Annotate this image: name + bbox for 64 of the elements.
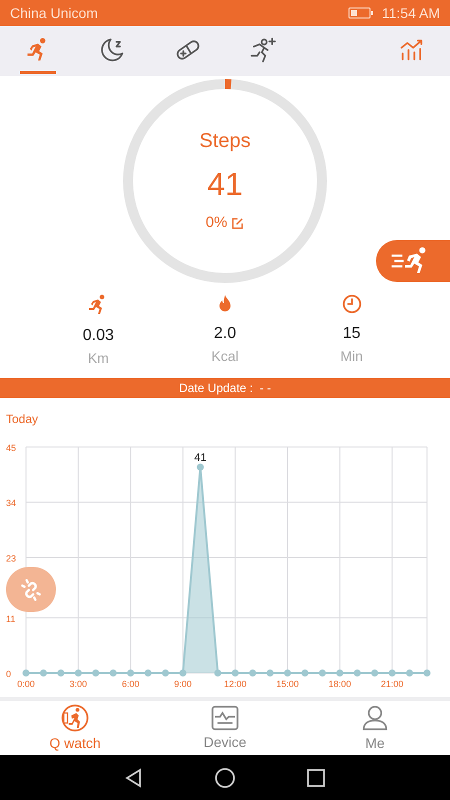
stat-unit: Km xyxy=(88,349,109,368)
data-point xyxy=(179,670,186,676)
stat-value: 2.0 xyxy=(214,324,236,344)
data-point xyxy=(354,670,361,676)
start-run-button[interactable] xyxy=(376,240,450,282)
data-point xyxy=(92,670,100,676)
data-point xyxy=(406,670,414,676)
data-point xyxy=(266,670,274,676)
step-count: 41 xyxy=(207,165,243,204)
data-point xyxy=(40,670,47,676)
back-icon[interactable] xyxy=(124,768,144,788)
data-point xyxy=(318,670,326,676)
recents-icon[interactable] xyxy=(306,768,326,788)
data-point xyxy=(110,670,117,676)
data-point xyxy=(196,464,204,471)
data-point xyxy=(162,670,169,676)
data-point xyxy=(232,670,239,676)
data-point xyxy=(249,670,256,676)
x-axis-label: 21:00 xyxy=(380,679,404,689)
y-axis-label: 0 xyxy=(6,669,12,679)
data-point xyxy=(57,670,64,676)
x-axis-label: 12:00 xyxy=(224,679,246,689)
data-point xyxy=(424,670,430,676)
chart-label: Today xyxy=(6,411,40,428)
stat-value: 15 xyxy=(342,324,361,344)
peak-value-label: 41 xyxy=(194,452,206,464)
y-axis-label: 45 xyxy=(6,443,16,453)
ring-title: Steps xyxy=(199,129,251,154)
data-point xyxy=(284,670,292,676)
data-point xyxy=(301,670,308,676)
x-axis-label: 9:00 xyxy=(174,679,192,689)
data-point xyxy=(144,670,152,676)
x-axis-label: 6:00 xyxy=(122,679,140,689)
x-axis-label: 15:00 xyxy=(276,679,299,689)
stat-unit: Min xyxy=(340,347,363,366)
y-axis-label: 11 xyxy=(6,614,16,624)
data-point xyxy=(214,670,222,676)
date-update-text: Date Update : - - xyxy=(178,380,272,397)
data-point xyxy=(74,670,82,676)
clock-icon xyxy=(340,293,363,315)
clock-time: 11:54 AM xyxy=(382,4,440,22)
x-axis-label: 3:00 xyxy=(70,679,88,689)
edit-icon xyxy=(231,217,244,230)
y-axis-label: 34 xyxy=(6,498,16,508)
stat-value: 0.03 xyxy=(82,326,114,346)
data-point xyxy=(127,670,134,676)
data-point xyxy=(371,670,378,676)
nav-item[interactable]: Q watch xyxy=(0,701,150,755)
y-axis-label: 23 xyxy=(6,554,16,564)
stat-unit: Kcal xyxy=(211,347,239,366)
broken-link-icon xyxy=(18,576,44,602)
x-axis-label: 18:00 xyxy=(328,679,352,689)
carrier-name: China Unicom xyxy=(10,4,98,22)
nav-item[interactable]: Device xyxy=(150,701,300,755)
monitor-pulse-icon xyxy=(210,704,240,732)
x-axis-label: 0:00 xyxy=(17,679,35,689)
battery-icon xyxy=(348,7,374,19)
goal-percent: 0% xyxy=(206,213,228,234)
data-point xyxy=(388,670,396,676)
home-icon[interactable] xyxy=(214,766,236,788)
nav-item[interactable]: Me xyxy=(300,701,450,755)
data-point xyxy=(336,670,344,676)
watch-runner-icon xyxy=(60,702,90,732)
data-point xyxy=(22,670,30,676)
